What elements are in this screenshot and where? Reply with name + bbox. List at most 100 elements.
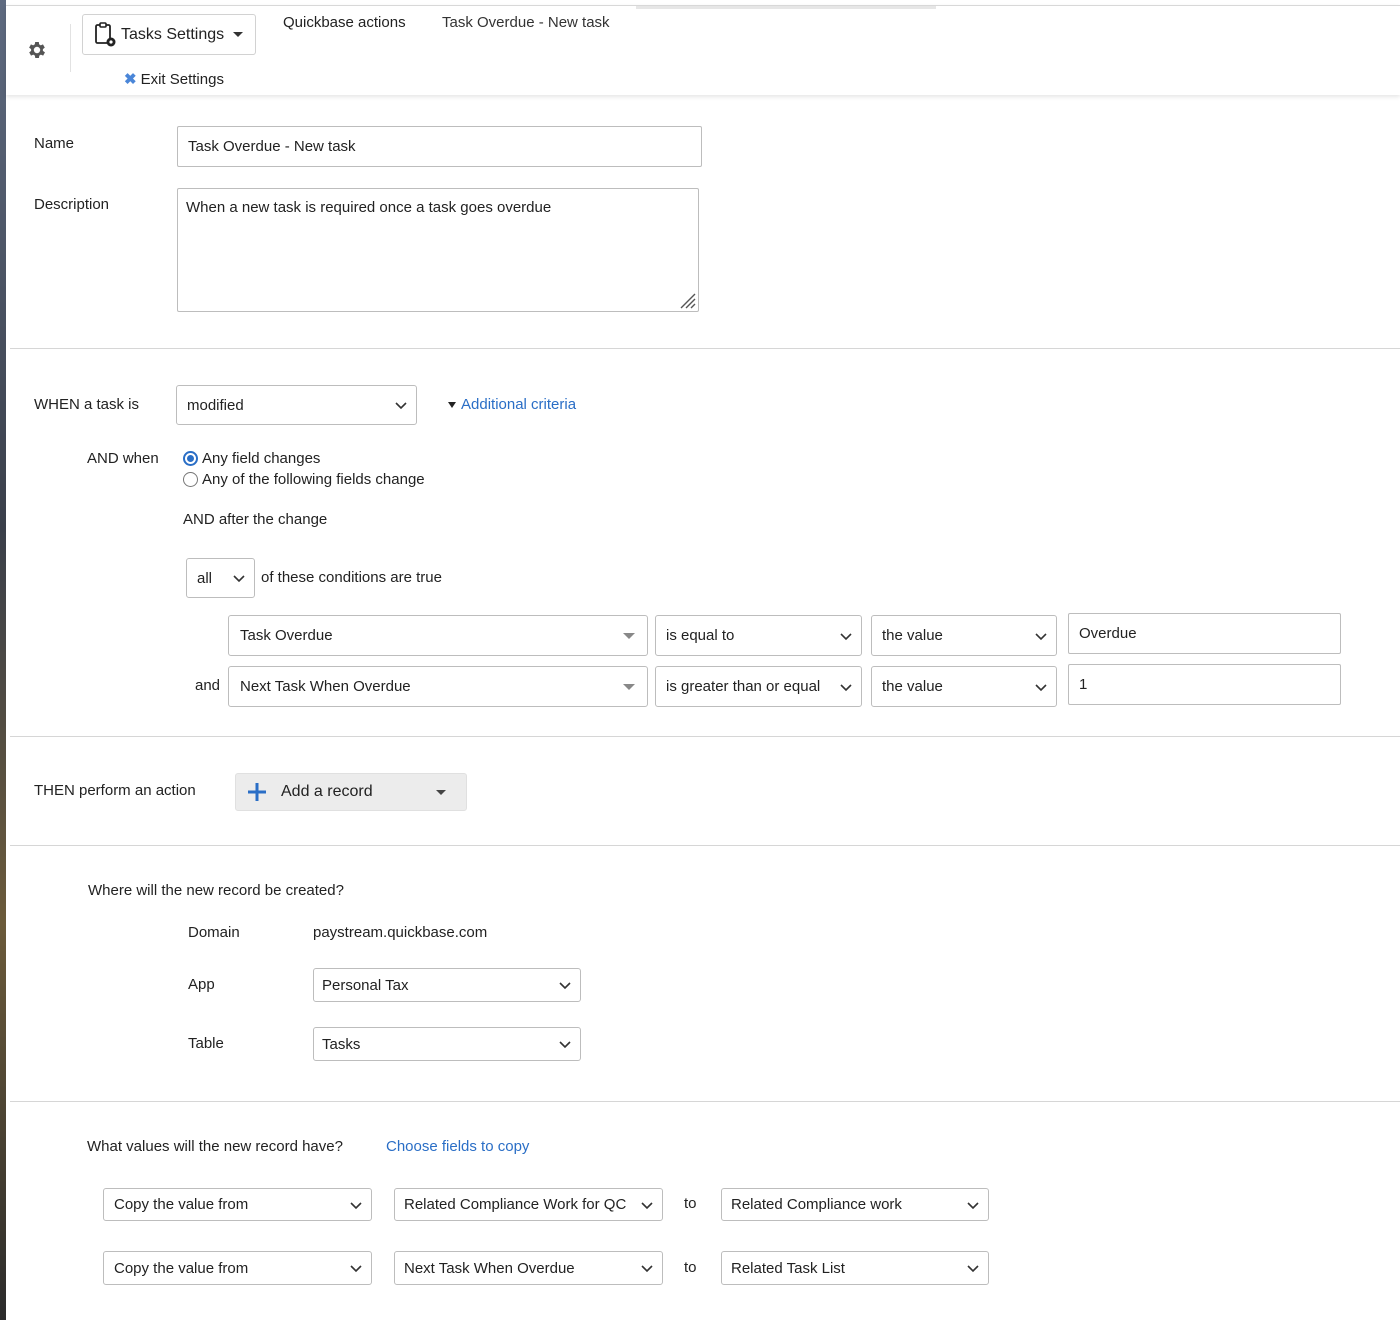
gear-icon[interactable] <box>26 39 48 61</box>
condition-compare-select[interactable]: the value <box>871 615 1057 656</box>
condition-operator-select[interactable]: is greater than or equal <box>655 666 862 707</box>
condition-field-select[interactable]: Task Overdue <box>228 615 648 656</box>
name-label: Name <box>34 135 75 152</box>
section-divider <box>10 736 1400 737</box>
radio-unselected-icon <box>183 472 198 487</box>
section-divider <box>10 348 1400 349</box>
chevron-down-icon <box>350 1201 362 1209</box>
target-field-value: Related Compliance work <box>731 1196 902 1213</box>
breadcrumb-current-action[interactable]: Task Overdue - New task <box>442 14 610 31</box>
tasks-settings-label: Tasks Settings <box>121 25 225 43</box>
and-when-label: AND when <box>87 450 159 467</box>
chevron-down-icon <box>641 1265 653 1273</box>
quantifier-select[interactable]: all <box>186 558 255 598</box>
condition-value: Overdue <box>1079 625 1137 642</box>
chevron-down-icon <box>436 789 446 795</box>
source-field-select[interactable]: Next Task When Overdue <box>394 1251 663 1285</box>
name-input[interactable]: Task Overdue - New task <box>177 126 702 167</box>
chevron-down-icon <box>840 683 852 691</box>
exit-settings-label: Exit Settings <box>140 70 224 88</box>
radio-following-fields-change[interactable]: Any of the following fields change <box>183 471 425 488</box>
table-select-value: Tasks <box>322 1035 361 1053</box>
table-label: Table <box>188 1035 224 1052</box>
copy-mode-select[interactable]: Copy the value from <box>103 1251 372 1285</box>
chevron-down-icon <box>559 982 571 990</box>
table-select[interactable]: Tasks <box>313 1027 581 1061</box>
chevron-down-icon <box>1035 632 1047 640</box>
condition-operator-value: is equal to <box>666 627 735 644</box>
condition-compare-select[interactable]: the value <box>871 666 1057 707</box>
chevron-down-icon <box>233 575 245 583</box>
conditions-suffix: of these conditions are true <box>261 569 442 586</box>
radio-any-field-changes[interactable]: Any field changes <box>183 450 320 467</box>
dropdown-triangle-icon <box>623 683 635 690</box>
domain-label: Domain <box>188 924 240 941</box>
copy-mode-select[interactable]: Copy the value from <box>103 1188 372 1221</box>
target-field-select[interactable]: Related Task List <box>721 1251 989 1285</box>
add-record-label: Add a record <box>281 783 373 800</box>
quantifier-select-value: all <box>197 569 213 587</box>
clipboard-gear-icon <box>95 21 116 46</box>
condition-value-input[interactable]: 1 <box>1068 664 1341 705</box>
values-question: What values will the new record have? <box>87 1138 343 1155</box>
when-select[interactable]: modified <box>176 385 417 425</box>
condition-field-value: Next Task When Overdue <box>240 678 411 695</box>
copy-mode-value: Copy the value from <box>114 1196 249 1213</box>
section-divider <box>10 845 1400 846</box>
source-field-value: Related Compliance Work for QC <box>404 1196 627 1213</box>
then-label: THEN perform an action <box>34 782 196 799</box>
add-record-action-button[interactable]: Add a record <box>235 773 467 811</box>
name-input-value: Task Overdue - New task <box>188 138 356 155</box>
app-select[interactable]: Personal Tax <box>313 968 581 1002</box>
choose-fields-link[interactable]: Choose fields to copy <box>386 1138 529 1155</box>
chevron-down-icon <box>641 1201 653 1209</box>
app-select-value: Personal Tax <box>322 976 409 994</box>
target-field-select[interactable]: Related Compliance work <box>721 1188 989 1221</box>
radio-following-fields-label: Any of the following fields change <box>202 471 425 488</box>
chevron-down-icon <box>350 1265 362 1273</box>
target-field-value: Related Task List <box>731 1259 845 1277</box>
destination-question: Where will the new record be created? <box>88 882 344 899</box>
tasks-settings-menu[interactable]: Tasks Settings <box>82 14 256 55</box>
condition-value: 1 <box>1079 676 1088 693</box>
condition-operator-value: is greater than or equal <box>666 678 821 695</box>
when-label: WHEN a task is <box>34 396 140 413</box>
close-icon: ✖ <box>124 71 137 88</box>
copy-mode-value: Copy the value from <box>114 1259 249 1277</box>
chevron-down-icon <box>1035 683 1047 691</box>
additional-criteria-label: Additional criteria <box>461 396 577 413</box>
chevron-down-icon <box>559 1041 571 1049</box>
source-field-select[interactable]: Related Compliance Work for QC <box>394 1188 663 1221</box>
condition-field-value: Task Overdue <box>240 627 333 644</box>
chevron-down-icon <box>233 32 244 37</box>
source-field-value: Next Task When Overdue <box>404 1259 575 1277</box>
dropdown-triangle-icon <box>623 632 635 639</box>
exit-settings-link[interactable]: ✖ Exit Settings <box>124 70 224 89</box>
breadcrumb-quickbase-actions[interactable]: Quickbase actions <box>283 14 406 31</box>
description-label: Description <box>34 196 110 213</box>
condition-compare-value: the value <box>882 627 943 644</box>
app-label: App <box>188 976 215 993</box>
domain-value: paystream.quickbase.com <box>313 924 488 941</box>
to-label: to <box>684 1259 697 1276</box>
chevron-down-icon <box>967 1201 979 1209</box>
radio-selected-icon <box>183 451 198 466</box>
condition-compare-value: the value <box>882 678 943 695</box>
condition-operator-select[interactable]: is equal to <box>655 615 862 656</box>
radio-any-field-label: Any field changes <box>202 450 321 467</box>
condition-connector: and <box>195 677 221 694</box>
header-divider <box>70 24 71 72</box>
header-top-line <box>636 6 936 9</box>
after-change-label: AND after the change <box>183 511 328 528</box>
choose-fields-label: Choose fields to copy <box>386 1138 530 1155</box>
settings-header: Tasks Settings ✖ Exit Settings Quickbase… <box>6 5 1400 95</box>
description-textarea[interactable]: When a new task is required once a task … <box>177 188 699 312</box>
plus-icon <box>248 783 266 801</box>
condition-value-input[interactable]: Overdue <box>1068 613 1341 654</box>
additional-criteria-link[interactable]: Additional criteria <box>448 396 576 413</box>
chevron-down-icon <box>840 632 852 640</box>
section-divider <box>10 1101 1400 1102</box>
condition-field-select[interactable]: Next Task When Overdue <box>228 666 648 707</box>
chevron-down-icon <box>395 402 407 410</box>
resize-grip-icon[interactable] <box>676 289 696 309</box>
